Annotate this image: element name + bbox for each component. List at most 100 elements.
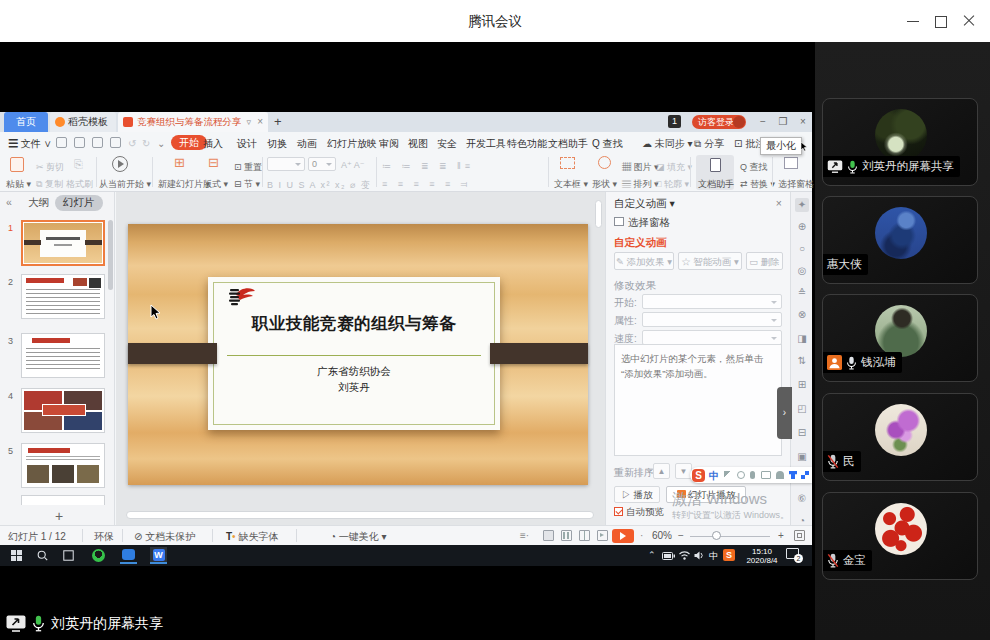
taskbar-wps-icon[interactable]: W	[150, 547, 167, 564]
taskbar-qq-icon[interactable]	[90, 547, 107, 564]
layout-button[interactable]: 版式 ▾	[203, 178, 228, 191]
tray-battery-icon[interactable]	[662, 552, 675, 560]
paste-button[interactable]: 粘贴 ▾	[6, 178, 31, 191]
format-painter-button[interactable]: 格式刷	[66, 178, 93, 191]
open-icon[interactable]	[56, 137, 67, 148]
new-slide-icon[interactable]: ⊞	[174, 155, 185, 170]
task-view-icon[interactable]	[60, 547, 77, 564]
sync-status[interactable]: ☁ 未同步 ▾	[642, 136, 693, 151]
tab-docer[interactable]: 稻壳模板	[50, 112, 116, 132]
shape-button[interactable]: 形状 ▾	[592, 178, 617, 191]
add-slide-button[interactable]: +	[55, 508, 63, 524]
zoom-out-button[interactable]: −	[678, 530, 684, 541]
sogou-person-icon[interactable]	[776, 471, 784, 479]
notes-icon[interactable]: ≡·	[520, 530, 529, 541]
participant-tile[interactable]: 民	[822, 393, 978, 481]
menu-design[interactable]: 设计	[237, 136, 257, 151]
start-field-combo[interactable]	[642, 294, 782, 309]
anim-play-button[interactable]: ▷ 播放	[614, 486, 660, 503]
view-show-icon[interactable]	[597, 530, 608, 541]
menu-assistant[interactable]: 文档助手	[548, 136, 588, 151]
menu-start[interactable]: 开始	[171, 135, 207, 150]
sogou-input-bar[interactable]: S 中	[690, 467, 812, 483]
strip-icon-3[interactable]: ○	[795, 242, 809, 256]
participant-tile[interactable]: 金宝	[822, 492, 978, 580]
slide-thumb-4[interactable]	[21, 388, 105, 433]
speed-field-combo[interactable]	[642, 330, 782, 345]
menu-slideshow[interactable]: 幻灯片放映	[327, 136, 377, 151]
anim-panel-close-icon[interactable]: ×	[776, 197, 782, 209]
strip-icon-4[interactable]: ◎	[795, 264, 809, 278]
doc-protect-status[interactable]: ⊘ 文档未保护	[134, 530, 195, 544]
strip-icon-11[interactable]: ⊟	[795, 426, 809, 440]
save-icon[interactable]	[74, 137, 85, 148]
format-painter-icon[interactable]: ⎘	[74, 158, 83, 171]
new-tab-button[interactable]: +	[274, 112, 282, 132]
wps-restore-button[interactable]: ❐	[776, 115, 790, 129]
delete-button[interactable]: ▭ 删除	[746, 252, 783, 270]
participant-tile[interactable]: 刘英丹的屏幕共享	[822, 98, 978, 186]
undo-icon[interactable]: ↺	[128, 136, 136, 151]
play-from-icon[interactable]	[112, 156, 128, 172]
maximize-button[interactable]	[934, 14, 948, 28]
tray-lang-icon[interactable]: 中	[709, 550, 718, 563]
share-button[interactable]: ⧉ 分享	[694, 136, 724, 151]
tray-network-icon[interactable]	[679, 551, 690, 560]
missing-font-status[interactable]: T• 缺失字体	[226, 530, 278, 544]
strip-icon-7[interactable]: ◨	[795, 332, 809, 346]
select-pane-icon[interactable]	[784, 157, 798, 169]
sogou-mic-icon[interactable]	[750, 471, 755, 479]
slide-thumb-1[interactable]	[21, 220, 105, 266]
menu-find[interactable]: Q 查找	[592, 136, 623, 151]
beautify-button[interactable]: ◔ 一键美化 ▾	[330, 530, 387, 544]
strip-star-icon[interactable]: ✦	[795, 198, 809, 212]
smart-anim-button[interactable]: ☆ 智能动画 ▾	[678, 252, 742, 270]
sogou-grid-icon[interactable]	[801, 471, 809, 479]
panel-expand-tab[interactable]: ›	[777, 387, 792, 439]
sogou-skin-icon[interactable]	[789, 471, 797, 479]
slide-thumb-5[interactable]	[21, 443, 105, 488]
eco-mode[interactable]: 环保	[94, 530, 114, 544]
menu-view[interactable]: 视图	[408, 136, 428, 151]
tab-document[interactable]: 竞赛组织与筹备流程分享.pptx ▿ ×	[118, 112, 268, 132]
list-indent-buttons[interactable]: ≔ ≔ ≣ ≣ ‖≡	[382, 161, 474, 171]
view-reading-icon[interactable]	[579, 530, 590, 541]
strip-icon-10[interactable]: ◰	[795, 402, 809, 416]
menu-security[interactable]: 安全	[437, 136, 457, 151]
prop-field-combo[interactable]	[642, 312, 782, 327]
auto-preview-checkbox[interactable]: 自动预览	[614, 506, 664, 519]
minimize-button[interactable]	[906, 14, 920, 28]
participant-tile[interactable]: 钱泓埔	[822, 294, 978, 382]
print-icon[interactable]	[92, 137, 103, 148]
vertical-scrollbar[interactable]	[595, 200, 602, 228]
redo-icon[interactable]: ↻	[142, 136, 150, 151]
select-pane-button2[interactable]: 选择窗格	[614, 216, 670, 230]
close-button[interactable]	[962, 14, 976, 28]
zoom-level[interactable]: 60%	[652, 530, 672, 541]
shape-icon[interactable]	[598, 156, 611, 169]
taskbar-clock[interactable]: 15:102020/8/4	[742, 547, 782, 565]
zoom-slider[interactable]	[690, 536, 770, 537]
font-style-buttons[interactable]: B I U S A x² x₂ ⌀ 变	[267, 179, 371, 192]
zoom-knob[interactable]	[712, 531, 721, 540]
taskbar-meeting-icon[interactable]	[120, 547, 137, 564]
menu-review[interactable]: 审阅	[379, 136, 399, 151]
play-from-button[interactable]: 从当前开始 ▾	[99, 178, 151, 191]
strip-icon-2[interactable]: ⊕	[795, 220, 809, 234]
qat-more-icon[interactable]: ⌄	[157, 136, 165, 151]
cut-button[interactable]: ✂ 剪切	[36, 161, 64, 174]
slideshow-button[interactable]	[612, 529, 634, 543]
close-tab-icon[interactable]: ×	[257, 112, 263, 132]
strip-icon-12[interactable]: ▣	[795, 450, 809, 464]
start-button[interactable]	[8, 547, 25, 564]
doc-assistant-icon[interactable]	[710, 158, 721, 172]
tab-home[interactable]: 首页	[4, 112, 48, 132]
tray-volume-icon[interactable]	[694, 551, 705, 560]
tray-expand-icon[interactable]: ⌃	[648, 550, 656, 560]
slides-tab[interactable]: 幻灯片	[55, 195, 103, 211]
taskbar-search-icon[interactable]	[34, 547, 51, 564]
menu-features[interactable]: 特色功能	[507, 136, 547, 151]
font-family-combo[interactable]	[267, 157, 305, 171]
strip-icon-5[interactable]: ≙	[795, 286, 809, 300]
horizontal-scrollbar[interactable]	[126, 511, 594, 519]
